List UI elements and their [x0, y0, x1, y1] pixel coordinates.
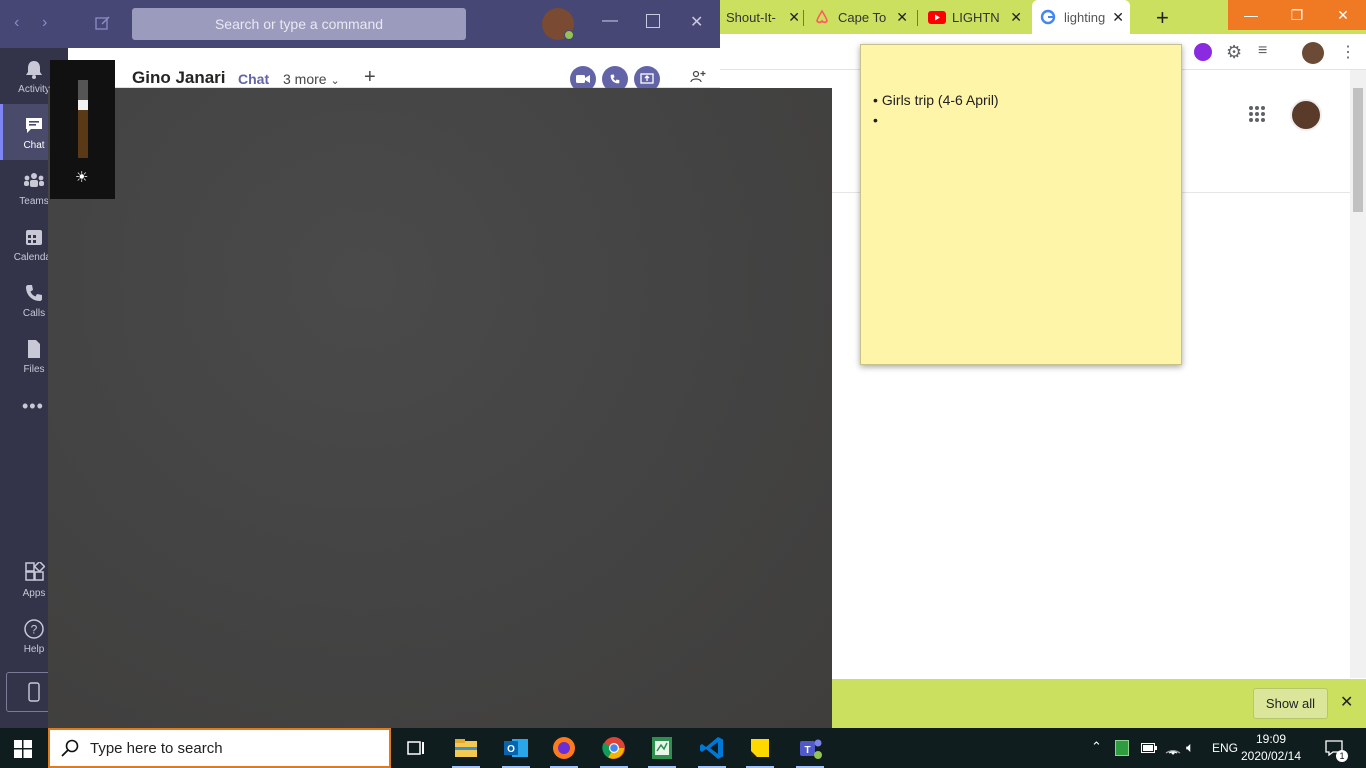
- file-icon: [28, 340, 40, 358]
- battery-icon[interactable]: [1141, 743, 1157, 753]
- firefox-icon[interactable]: [550, 734, 578, 762]
- list-item[interactable]: [873, 110, 999, 130]
- notification-badge: 1: [1336, 750, 1348, 762]
- avatar[interactable]: [1290, 99, 1322, 131]
- close-icon[interactable]: ✕: [1340, 692, 1353, 712]
- share-screen-icon: [640, 73, 654, 84]
- sun-icon: ☀: [75, 169, 89, 186]
- extension-icon[interactable]: [1194, 43, 1212, 61]
- maximize-button[interactable]: [646, 14, 660, 28]
- chevron-down-icon: ⌄: [330, 75, 340, 87]
- video-preview-overlay: [48, 88, 832, 728]
- brightness-slider-thumb[interactable]: [78, 100, 88, 110]
- chrome-tab-shout[interactable]: Shout-It- ✕: [726, 0, 806, 34]
- more-tabs-dropdown[interactable]: 3 more ⌄: [283, 71, 340, 87]
- show-all-button[interactable]: Show all: [1253, 688, 1328, 719]
- taskbar: Type here to search O T ⌃ 🔈︎ ENG 19:09 2…: [0, 728, 1366, 768]
- close-icon[interactable]: ✕: [1010, 9, 1022, 26]
- back-icon[interactable]: ‹: [14, 14, 19, 32]
- apps-grid-icon[interactable]: [1248, 105, 1266, 123]
- file-explorer-icon[interactable]: [452, 734, 480, 762]
- maximize-button[interactable]: ❐: [1274, 0, 1320, 30]
- search-input[interactable]: Search or type a command: [132, 8, 466, 40]
- video-icon: [576, 75, 590, 83]
- language-indicator[interactable]: ENG: [1212, 741, 1238, 755]
- chat-header: Gino Janari Chat 3 more ⌄ +: [68, 48, 720, 92]
- phone-icon: [610, 74, 620, 84]
- brightness-slider-remaining: [78, 80, 88, 100]
- tab-title: LIGHTNIN: [952, 9, 1000, 25]
- forward-icon[interactable]: ›: [42, 14, 47, 32]
- volume-icon[interactable]: 🔈︎: [1186, 739, 1194, 756]
- close-icon[interactable]: ✕: [896, 9, 908, 26]
- clock-time: 19:09: [1255, 732, 1287, 746]
- add-people-icon[interactable]: [690, 69, 706, 85]
- chrome-tab-youtube[interactable]: LIGHTNIN ✕: [926, 0, 1028, 34]
- minimize-button[interactable]: —: [602, 12, 618, 30]
- svg-text:O: O: [507, 744, 515, 755]
- avatar[interactable]: [1302, 42, 1324, 64]
- bell-icon: [26, 61, 42, 79]
- scrollbar-thumb[interactable]: [1353, 88, 1363, 212]
- tab-title: Cape Tow: [838, 9, 886, 25]
- youtube-icon: [928, 10, 946, 24]
- chrome-tab-capetown[interactable]: Cape Tow ✕: [812, 0, 914, 34]
- svg-text:T: T: [804, 745, 810, 756]
- apps-icon: [25, 562, 45, 581]
- close-button[interactable]: ✕: [1320, 0, 1366, 30]
- tab-title: Shout-It-: [726, 9, 776, 25]
- sticky-note[interactable]: Girls trip (4-6 April): [860, 44, 1182, 365]
- brightness-flyout: ☀: [50, 60, 115, 199]
- gear-icon[interactable]: ⚙: [1226, 42, 1242, 63]
- windows-start-icon[interactable]: [14, 740, 32, 758]
- minimize-button[interactable]: —: [1228, 0, 1274, 30]
- taskbar-search-input[interactable]: Type here to search: [48, 728, 391, 768]
- vscode-icon[interactable]: [698, 734, 726, 762]
- list-item[interactable]: Girls trip (4-6 April): [873, 90, 999, 110]
- teams-title-bar: ‹ › Search or type a command — ✕: [0, 0, 720, 48]
- new-tab-button[interactable]: +: [1156, 5, 1169, 31]
- ellipsis-icon: •••: [22, 396, 44, 416]
- search-icon: [61, 739, 79, 757]
- tab-chat[interactable]: Chat: [238, 71, 269, 87]
- tray-app-icon[interactable]: [1115, 740, 1129, 756]
- chrome-tab-google[interactable]: lighting n ✕: [1032, 0, 1130, 34]
- wifi-icon[interactable]: [1165, 740, 1181, 756]
- phone-icon: [26, 285, 42, 301]
- menu-icon[interactable]: ⋮: [1340, 42, 1356, 62]
- teams-app-icon[interactable]: T: [796, 734, 824, 762]
- tab-title: lighting n: [1064, 9, 1108, 25]
- close-icon[interactable]: ✕: [788, 9, 800, 26]
- more-tabs-label: 3 more: [283, 71, 327, 87]
- airbnb-icon: [816, 9, 828, 24]
- clock-date: 2020/02/14: [1240, 749, 1302, 763]
- avatar[interactable]: [542, 8, 574, 40]
- media-icon[interactable]: ≡: [1258, 42, 1267, 60]
- task-view-icon[interactable]: [402, 734, 430, 762]
- clock[interactable]: 19:09 2020/02/14: [1236, 731, 1306, 765]
- help-icon: ?: [24, 619, 44, 639]
- sticky-notes-icon[interactable]: [746, 734, 774, 762]
- teams-icon: [24, 173, 44, 187]
- add-tab-button[interactable]: +: [364, 66, 376, 89]
- chrome-icon[interactable]: [600, 734, 628, 762]
- presence-badge: [564, 30, 574, 40]
- mobile-icon: [28, 682, 40, 702]
- calendar-icon: [26, 230, 42, 245]
- close-button[interactable]: ✕: [690, 12, 703, 32]
- svg-text:?: ?: [31, 623, 38, 637]
- chat-icon: [26, 118, 42, 133]
- compose-icon[interactable]: [95, 15, 111, 31]
- chrome-tab-bar: Shout-It- ✕ Cape Tow ✕ LIGHTNIN ✕ lighti…: [720, 0, 1366, 34]
- outlook-icon[interactable]: O: [502, 734, 530, 762]
- chevron-up-icon[interactable]: ⌃: [1091, 739, 1102, 755]
- editor-icon[interactable]: [648, 734, 676, 762]
- close-icon[interactable]: ✕: [1112, 9, 1124, 26]
- taskbar-search-placeholder: Type here to search: [90, 739, 223, 757]
- sticky-note-list: Girls trip (4-6 April): [873, 90, 999, 130]
- chat-title: Gino Janari: [132, 68, 226, 87]
- google-icon: [1040, 9, 1056, 25]
